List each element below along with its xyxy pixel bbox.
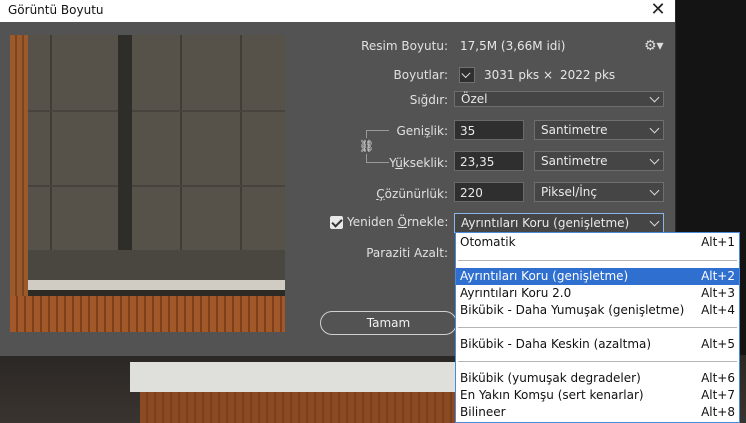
width-input[interactable]: 35	[454, 120, 524, 140]
dimensions-dropdown-icon[interactable]	[459, 67, 475, 83]
gear-icon[interactable]: ⚙▾	[644, 38, 664, 54]
width-unit-select[interactable]: Santimetre	[534, 120, 664, 140]
dialog-titlebar: Görüntü Boyutu ✕	[0, 0, 675, 22]
ok-button[interactable]: Tamam	[320, 311, 457, 335]
menu-item-otomatik[interactable]: Otomatik Alt+1	[456, 234, 739, 251]
resample-selected: Ayrıntıları Koru (genişletme)	[461, 216, 630, 230]
chain-link-icon[interactable]: ⛓	[359, 138, 374, 154]
fit-label: Sığdır:	[409, 93, 448, 107]
image-size-value: 17,5M (3,66M idi)	[460, 39, 566, 53]
preview-wood-cladding	[10, 296, 285, 332]
preview-wood-frame	[10, 35, 28, 332]
menu-separator	[458, 260, 737, 261]
height-unit-select[interactable]: Santimetre	[534, 151, 664, 171]
menu-item-bicubic[interactable]: Bikübik (yumuşak degradeler) Alt+6	[456, 370, 739, 387]
chevron-down-icon	[649, 216, 660, 227]
resample-checkbox[interactable]	[330, 216, 343, 229]
dimensions-times: ×	[543, 68, 554, 82]
dimensions-label: Boyutlar:	[393, 68, 448, 82]
dialog-title: Görüntü Boyutu	[8, 3, 104, 17]
dimensions-width: 3031 pks	[484, 68, 540, 82]
menu-item-bicubic-smoother[interactable]: Bikübik - Daha Yumuşak (genişletme) Alt+…	[456, 302, 739, 319]
close-icon[interactable]: ✕	[647, 0, 669, 22]
chevron-down-icon	[649, 92, 660, 103]
menu-separator	[458, 361, 737, 362]
canvas-image-wood	[140, 392, 460, 423]
resolution-label: Çözünürlük:	[376, 187, 448, 201]
fit-selected: Özel	[461, 92, 488, 106]
resolution-input[interactable]: 220	[454, 182, 524, 202]
menu-item-bilinear[interactable]: Bilineer Alt+8	[456, 404, 739, 421]
menu-item-nearest-neighbor[interactable]: En Yakın Komşu (sert kenarlar) Alt+7	[456, 387, 739, 404]
resample-label: Yeniden Örnekle:	[347, 215, 449, 229]
chevron-down-icon	[649, 123, 660, 134]
image-size-label: Resim Boyutu:	[361, 39, 448, 53]
dimensions-height: 2022 pks	[560, 68, 616, 82]
width-label: Genişlik:	[396, 124, 448, 138]
menu-item-preserve-details-2[interactable]: Ayrıntıları Koru 2.0 Alt+3	[456, 285, 739, 302]
chevron-down-icon	[649, 185, 660, 196]
menu-item-bicubic-sharper[interactable]: Bikübik - Daha Keskin (azaltma) Alt+5	[456, 336, 739, 353]
resample-select[interactable]: Ayrıntıları Koru (genişletme)	[454, 213, 664, 233]
resolution-unit: Piksel/İnç	[541, 185, 598, 199]
fit-select[interactable]: Özel	[454, 91, 664, 107]
resample-dropdown-menu: Otomatik Alt+1 Ayrıntıları Koru (genişle…	[455, 232, 740, 423]
preview-mullion	[118, 35, 132, 250]
noise-label: Paraziti Azalt:	[366, 246, 448, 260]
image-preview[interactable]	[10, 35, 285, 332]
menu-separator	[458, 327, 737, 328]
height-unit: Santimetre	[541, 154, 608, 168]
preview-sill	[28, 280, 285, 290]
height-label: Yükseklik:	[389, 156, 448, 170]
canvas-image-wall	[130, 362, 460, 392]
resolution-unit-select[interactable]: Piksel/İnç	[534, 182, 664, 202]
height-input[interactable]: 23,35	[454, 151, 524, 171]
chevron-down-icon	[649, 154, 660, 165]
width-unit: Santimetre	[541, 123, 608, 137]
menu-item-preserve-details[interactable]: Ayrıntıları Koru (genişletme) Alt+2	[456, 268, 739, 285]
